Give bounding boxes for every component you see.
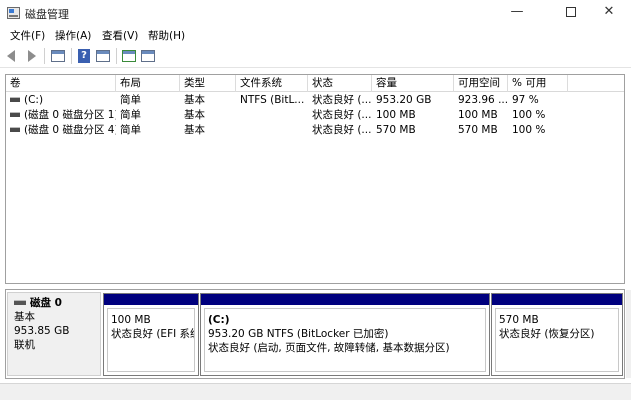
partition-header-bar (104, 294, 198, 305)
column-header-capacity[interactable]: 容量 (372, 75, 454, 92)
partition-efi[interactable]: 100 MB 状态良好 (EFI 系统分区) (103, 293, 199, 376)
volume-icon (10, 96, 20, 102)
menu-file[interactable]: 文件(F) (8, 28, 47, 43)
cell-volume: (C:) (6, 93, 116, 108)
cell-type: 基本 (184, 94, 205, 106)
close-button[interactable]: ✕ (586, 0, 631, 26)
properties-icon[interactable] (95, 48, 111, 64)
volume-icon (10, 126, 20, 132)
disk-0-label[interactable]: 磁盘 0 基本 953.85 GB 联机 (7, 292, 101, 376)
cell-free-space: 923.96 ... (458, 94, 508, 106)
cell-type: 基本 (184, 109, 205, 121)
column-header-layout[interactable]: 布局 (116, 75, 180, 92)
cell-status: 状态良好 (... (312, 124, 372, 136)
partition-status: 状态良好 (启动, 页面文件, 故障转储, 基本数据分区) (208, 342, 450, 354)
cell-layout: 简单 (120, 109, 141, 121)
toolbar-separator (44, 48, 45, 64)
volume-icon (10, 111, 20, 117)
status-bar (0, 383, 631, 400)
cell-layout: 简单 (120, 124, 141, 136)
disk-status: 联机 (14, 339, 35, 351)
cell-free-space: 100 MB (458, 109, 498, 121)
cell-free-space: 570 MB (458, 124, 498, 136)
table-row[interactable]: (C:) 简单 基本 NTFS (BitL... 状态良好 (... 953.2… (6, 93, 624, 108)
disk-type: 基本 (14, 311, 35, 323)
window-title: 磁盘管理 (25, 8, 69, 21)
partition-header-bar (492, 294, 622, 305)
disk-name: 磁盘 0 (30, 297, 62, 309)
partition-size: 570 MB (499, 314, 539, 326)
console-tree-icon[interactable] (50, 48, 66, 64)
volume-list-header: 卷 布局 类型 文件系统 状态 容量 可用空间 % 可用 (6, 75, 624, 92)
disk-size: 953.85 GB (14, 325, 70, 337)
help-icon[interactable]: ? (76, 48, 92, 64)
column-header-filesystem[interactable]: 文件系统 (236, 75, 308, 92)
partition-c[interactable]: (C:) 953.20 GB NTFS (BitLocker 已加密) 状态良好… (200, 293, 490, 376)
column-header-free-space[interactable]: 可用空间 (454, 75, 508, 92)
connect-icon[interactable] (121, 48, 137, 64)
toolbar-separator (71, 48, 72, 64)
cell-status: 状态良好 (... (312, 94, 372, 106)
disk-map: 磁盘 0 基本 953.85 GB 联机 100 MB 状态良好 (EFI 系统… (5, 289, 625, 379)
maximize-icon (566, 6, 576, 17)
minimize-button[interactable]: — (494, 0, 540, 26)
partition-status: 状态良好 (EFI 系统分区) (111, 328, 194, 340)
disk-icon (14, 299, 26, 305)
menu-view[interactable]: 查看(V) (100, 28, 140, 43)
cell-filesystem: NTFS (BitL... (240, 94, 305, 106)
cell-volume: (磁盘 0 磁盘分区 4) (6, 123, 116, 138)
disk-management-app-icon (7, 7, 20, 19)
detail-icon[interactable] (140, 48, 156, 64)
menu-help[interactable]: 帮助(H) (146, 28, 187, 43)
column-header-status[interactable]: 状态 (308, 75, 372, 92)
partition-recovery[interactable]: 570 MB 状态良好 (恢复分区) (491, 293, 623, 376)
column-header-volume[interactable]: 卷 (6, 75, 116, 92)
cell-capacity: 953.20 GB (376, 94, 432, 106)
cell-type: 基本 (184, 124, 205, 136)
toolbar: ? (0, 44, 631, 68)
cell-percent-free: 100 % (512, 124, 546, 136)
column-header-type[interactable]: 类型 (180, 75, 236, 92)
table-row[interactable]: (磁盘 0 磁盘分区 1) 简单 基本 状态良好 (... 100 MB 100… (6, 108, 624, 123)
cell-filesystem (236, 108, 308, 123)
cell-volume: (磁盘 0 磁盘分区 1) (6, 108, 116, 123)
cell-capacity: 570 MB (376, 124, 416, 136)
volume-list: 卷 布局 类型 文件系统 状态 容量 可用空间 % 可用 (C:) 简单 基本 … (5, 74, 625, 284)
menu-action[interactable]: 操作(A) (53, 28, 93, 43)
forward-icon[interactable] (24, 48, 40, 64)
cell-layout: 简单 (120, 94, 141, 106)
cell-status: 状态良好 (... (312, 109, 372, 121)
title-bar: 磁盘管理 — ✕ (0, 0, 631, 26)
cell-filesystem (236, 123, 308, 138)
partition-size: 953.20 GB NTFS (BitLocker 已加密) (208, 328, 389, 340)
cell-percent-free: 100 % (512, 109, 546, 121)
toolbar-separator (116, 48, 117, 64)
partition-status: 状态良好 (恢复分区) (499, 328, 595, 340)
partition-name: (C:) (208, 314, 230, 326)
partition-header-bar (201, 294, 489, 305)
back-icon[interactable] (5, 48, 21, 64)
cell-capacity: 100 MB (376, 109, 416, 121)
cell-percent-free: 97 % (512, 94, 539, 106)
column-header-percent-free[interactable]: % 可用 (508, 75, 568, 92)
disk-pane-scrollbar[interactable] (626, 290, 631, 378)
table-row[interactable]: (磁盘 0 磁盘分区 4) 简单 基本 状态良好 (... 570 MB 570… (6, 123, 624, 138)
partition-size: 100 MB (111, 314, 151, 326)
menu-bar: 文件(F) 操作(A) 查看(V) 帮助(H) (0, 26, 631, 44)
